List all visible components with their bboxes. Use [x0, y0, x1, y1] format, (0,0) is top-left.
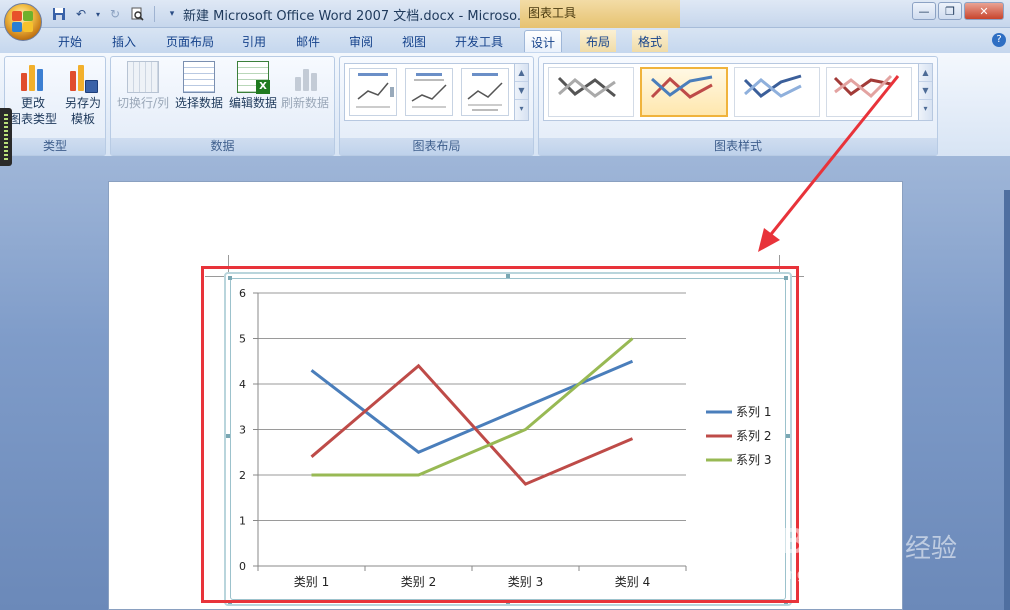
- group-data: 切换行/列 选择数据 编辑数据 刷新数据 数据: [110, 56, 335, 156]
- select-data-button[interactable]: 选择数据: [173, 61, 225, 135]
- refresh-data-button[interactable]: 刷新数据: [279, 61, 331, 135]
- tab-developer[interactable]: 开发工具: [449, 30, 509, 52]
- chart-layout-gallery-scroll[interactable]: ▲ ▼ ▾: [514, 64, 528, 120]
- switch-row-column-label: 切换行/列: [116, 96, 170, 110]
- annotation-arrow: [758, 75, 900, 252]
- left-sidebar-handle[interactable]: [0, 108, 12, 166]
- print-preview-icon[interactable]: [128, 5, 146, 23]
- tab-mailings[interactable]: 邮件: [290, 30, 326, 52]
- chart-layout-2-thumbnail[interactable]: [405, 68, 453, 116]
- group-chart-layout-label: 图表布局: [340, 138, 533, 155]
- edit-data-label: 编辑数据: [228, 96, 277, 110]
- chart-style-2-thumbnail[interactable]: [640, 67, 728, 117]
- minimize-button[interactable]: —: [912, 2, 936, 20]
- watermark-brand: Baidu: [780, 520, 886, 561]
- office-button[interactable]: [4, 3, 42, 41]
- window-controls: — ❐ ✕: [912, 2, 1004, 20]
- undo-dropdown-icon[interactable]: ▾: [94, 5, 102, 23]
- qat-separator: [154, 6, 155, 22]
- tab-view[interactable]: 视图: [396, 30, 432, 52]
- save-icon[interactable]: [50, 5, 68, 23]
- refresh-data-icon: [289, 61, 321, 93]
- tab-references[interactable]: 引用: [236, 30, 272, 52]
- chart-layout-3-thumbnail[interactable]: [461, 68, 509, 116]
- scroll-up-icon[interactable]: ▲: [515, 64, 528, 82]
- restore-button[interactable]: ❐: [938, 2, 962, 20]
- help-icon[interactable]: ?: [992, 33, 1006, 47]
- bar-chart-icon: [17, 61, 49, 93]
- chart-tools-context-header: 图表工具: [520, 0, 680, 28]
- group-type: 更改 图表类型 另存为 模板 类型: [4, 56, 106, 156]
- ribbon-tab-row: 开始 插入 页面布局 引用 邮件 审阅 视图 开发工具 设计 布局 格式 ?: [0, 28, 1010, 53]
- style-scroll-up-icon[interactable]: ▲: [919, 64, 932, 82]
- watermark-cn: 经验: [905, 534, 958, 564]
- tab-format[interactable]: 格式: [632, 30, 669, 52]
- baidu-watermark: Baidu 经验 jingyan.baidu.com: [780, 500, 980, 590]
- refresh-data-label: 刷新数据: [280, 96, 329, 110]
- edit-data-icon: [237, 61, 270, 94]
- watermark-url: jingyan.baidu.com: [782, 566, 903, 583]
- save-as-template-label-1: 另存为: [64, 96, 101, 110]
- customize-qat-icon[interactable]: ▾: [163, 5, 181, 23]
- group-type-label: 类型: [5, 138, 105, 155]
- undo-icon[interactable]: ↶: [72, 5, 90, 23]
- save-as-template-button[interactable]: 另存为 模板: [57, 61, 109, 135]
- window-title: 新建 Microsoft Office Word 2007 文档.docx - …: [183, 9, 530, 24]
- style-scroll-down-icon[interactable]: ▼: [919, 82, 932, 100]
- office-logo-icon: [12, 11, 34, 33]
- switch-row-column-icon: [127, 61, 159, 93]
- more-icon[interactable]: ▾: [515, 100, 528, 118]
- group-chart-layout: ▲ ▼ ▾ 图表布局: [339, 56, 534, 156]
- style-more-icon[interactable]: ▾: [919, 100, 932, 118]
- highlight-box: [201, 266, 799, 603]
- change-chart-type-label-2: 图表类型: [8, 112, 57, 126]
- change-chart-type-button[interactable]: 更改 图表类型: [7, 61, 59, 135]
- tab-layout[interactable]: 布局: [580, 30, 617, 52]
- tab-design[interactable]: 设计: [524, 30, 563, 52]
- tab-home[interactable]: 开始: [52, 30, 88, 52]
- group-data-label: 数据: [111, 138, 334, 155]
- chart-layout-1-thumbnail[interactable]: [349, 68, 397, 116]
- chart-layout-gallery: ▲ ▼ ▾: [344, 63, 529, 121]
- tab-review[interactable]: 审阅: [343, 30, 379, 52]
- chart-style-gallery-scroll[interactable]: ▲ ▼ ▾: [918, 64, 932, 120]
- redo-icon[interactable]: ↻: [106, 5, 124, 23]
- title-bar: ↶ ▾ ↻ ▾ 新建 Microsoft Office Word 2007 文档…: [0, 0, 1010, 28]
- select-data-icon: [183, 61, 215, 93]
- edit-data-button[interactable]: 编辑数据: [227, 61, 279, 135]
- close-button[interactable]: ✕: [964, 2, 1004, 20]
- tab-insert[interactable]: 插入: [106, 30, 142, 52]
- change-chart-type-label-1: 更改: [20, 96, 45, 110]
- chart-style-1-thumbnail[interactable]: [548, 67, 634, 117]
- switch-row-column-button[interactable]: 切换行/列: [113, 61, 173, 135]
- save-template-icon: [67, 61, 99, 93]
- scroll-down-icon[interactable]: ▼: [515, 82, 528, 100]
- vertical-scrollbar[interactable]: [1004, 190, 1010, 610]
- select-data-label: 选择数据: [174, 96, 223, 110]
- save-as-template-label-2: 模板: [70, 112, 95, 126]
- tab-page-layout[interactable]: 页面布局: [160, 30, 220, 52]
- quick-access-toolbar: ↶ ▾ ↻ ▾: [50, 4, 181, 24]
